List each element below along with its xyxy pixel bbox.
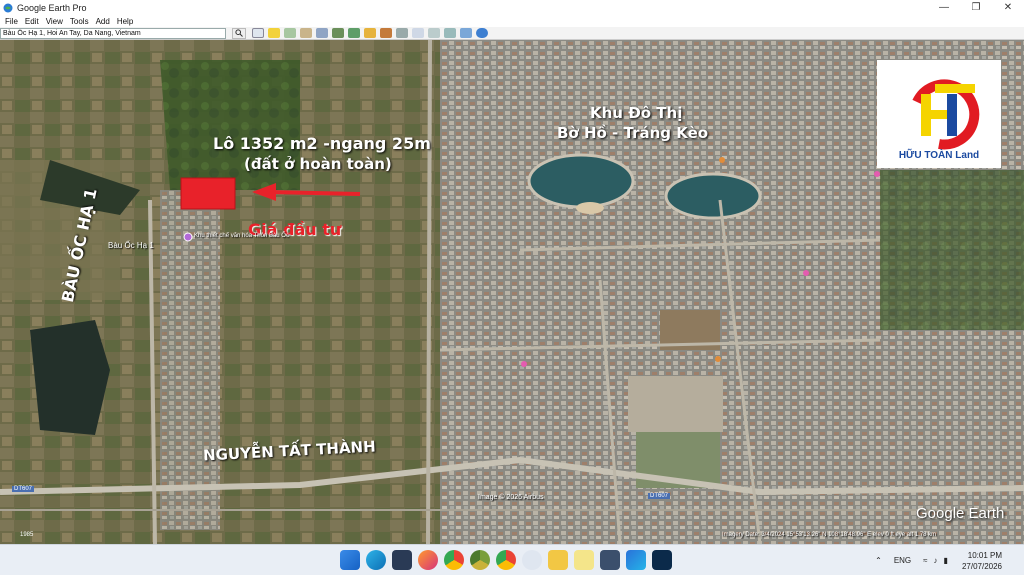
historical-imagery-icon[interactable] — [348, 28, 360, 38]
people-icon[interactable] — [522, 550, 542, 570]
chrome-icon[interactable] — [444, 550, 464, 570]
close-button[interactable]: ✕ — [992, 0, 1024, 15]
google-earth-taskbar-icon[interactable] — [600, 550, 620, 570]
language-indicator[interactable]: ENG — [894, 556, 911, 565]
logo-name: HỮU TOÀN Land — [898, 150, 980, 161]
lot-marker — [180, 177, 236, 210]
save-image-icon[interactable] — [444, 28, 456, 38]
menu-view[interactable]: View — [46, 17, 63, 26]
title-bar: Google Earth Pro — ❐ ✕ — [0, 0, 1024, 15]
search-icon — [235, 29, 243, 37]
taskbar: ⌃ ENG ≈ ♪ ▮ 10:01 PM 27/07/2026 — [0, 544, 1024, 575]
wifi-icon[interactable]: ≈ — [923, 556, 927, 565]
window-title: Google Earth Pro — [17, 2, 87, 13]
place-label-bau-oc: Bàu Ốc Hạ 1 — [108, 241, 154, 250]
toolbar: Bàu Ốc Hạ 1, Hoi An Tay, Da Nang, Vietna… — [0, 27, 1024, 40]
system-tray: ⌃ ENG ≈ ♪ ▮ 10:01 PM 27/07/2026 — [875, 545, 1024, 576]
print-icon[interactable] — [428, 28, 440, 38]
store-icon[interactable] — [392, 550, 412, 570]
battery-icon[interactable]: ▮ — [944, 556, 948, 565]
imagery-copyright: Image © 2026 Airbus — [478, 494, 544, 501]
place-label-khu-thiet: Khu thiết chế văn hóa Thôn Bàu Ốc — [194, 233, 289, 239]
overlay-icon[interactable] — [316, 28, 328, 38]
notes-icon[interactable] — [574, 550, 594, 570]
clock[interactable]: 10:01 PM 27/07/2026 — [962, 550, 1002, 572]
tour-icon[interactable] — [332, 28, 344, 38]
urban-area-line2: Bờ Hồ - Tráng Kèo — [557, 124, 709, 142]
chevron-up-icon[interactable]: ⌃ — [875, 556, 882, 565]
google-earth-watermark: Google Earth — [916, 505, 1005, 522]
search-input[interactable]: Bàu Ốc Hạ 1, Hoi An Tay, Da Nang, Vietna… — [0, 27, 226, 39]
photos-icon[interactable] — [626, 550, 646, 570]
clock-date: 27/07/2026 — [961, 561, 1002, 571]
placemark-icon[interactable] — [268, 28, 280, 38]
sun-icon[interactable] — [364, 28, 376, 38]
maps-icon[interactable] — [460, 28, 472, 38]
menu-file[interactable]: File — [5, 17, 18, 26]
sidebar-toggle-icon[interactable] — [252, 28, 264, 38]
volume-icon[interactable]: ♪ — [934, 556, 938, 565]
timeline-year-label: 1985 — [20, 532, 34, 538]
menu-help[interactable]: Help — [117, 17, 133, 26]
location-pin-icon — [183, 232, 193, 242]
menu-edit[interactable]: Edit — [25, 17, 39, 26]
chrome-profile-icon[interactable] — [496, 550, 516, 570]
taskbar-apps — [340, 550, 672, 570]
chrome-dev-icon[interactable] — [470, 550, 490, 570]
ruler-icon[interactable] — [396, 28, 408, 38]
polygon-icon[interactable] — [284, 28, 296, 38]
edge-icon[interactable] — [366, 550, 386, 570]
path-icon[interactable] — [300, 28, 312, 38]
lot-subtitle-label: (đất ở hoàn toàn) — [244, 155, 392, 173]
photoshop-icon[interactable] — [652, 550, 672, 570]
search-button[interactable] — [232, 27, 246, 39]
satellite-map — [0, 40, 1024, 544]
map-status-bar: Imagery Date: 3/4/2024 15°53'13.26" N 10… — [722, 532, 937, 538]
road-shield-dt607-right: DT607 — [648, 493, 671, 499]
planets-icon[interactable] — [380, 28, 392, 38]
menu-add[interactable]: Add — [96, 17, 110, 26]
urban-area-line1: Khu Đô Thị — [590, 104, 683, 122]
maximize-button[interactable]: ❐ — [960, 0, 992, 15]
email-icon[interactable] — [412, 28, 424, 38]
file-explorer-icon[interactable] — [548, 550, 568, 570]
window-controls: — ❐ ✕ — [928, 0, 1024, 15]
menu-tools[interactable]: Tools — [70, 17, 89, 26]
toolbar-icons — [252, 28, 488, 38]
minimize-button[interactable]: — — [928, 0, 960, 15]
menu-bar: File Edit View Tools Add Help — [0, 15, 1024, 27]
clock-time: 10:01 PM — [967, 550, 1002, 560]
lot-title-label: Lô 1352 m2 -ngang 25m — [213, 134, 431, 153]
windows-start-icon[interactable] — [340, 550, 360, 570]
huu-toan-land-logo: HỮU TOÀN Land — [877, 60, 1001, 168]
google-earth-app-icon — [3, 3, 13, 12]
firefox-icon[interactable] — [418, 550, 438, 570]
map-view[interactable]: Lô 1352 m2 -ngang 25m (đất ở hoàn toàn) … — [0, 40, 1024, 544]
earth-icon[interactable] — [476, 28, 488, 38]
road-shield-dt607-left: DT607 — [12, 486, 35, 492]
